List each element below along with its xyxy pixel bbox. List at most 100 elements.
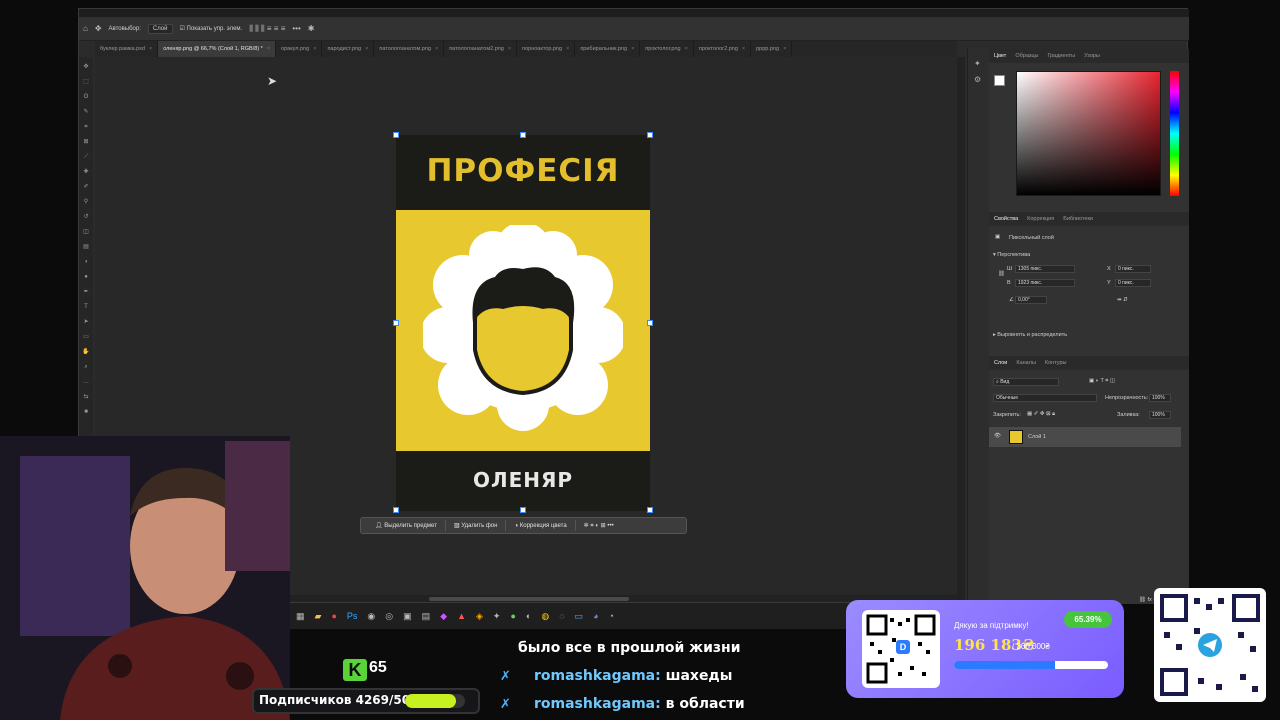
marquee-icon[interactable]: ⬚ — [83, 76, 89, 88]
tab-patterns[interactable]: Узоры — [1084, 53, 1100, 59]
width-field[interactable]: 1305 пикс. — [1015, 265, 1075, 273]
app-icon[interactable]: ◈ — [476, 611, 483, 622]
layer-name[interactable]: Слой 1 — [1028, 434, 1046, 440]
transform-handle[interactable] — [393, 320, 399, 326]
document-tab[interactable]: оракул.png × — [276, 41, 323, 57]
document-tab[interactable]: патологоанатом2.png × — [444, 41, 518, 57]
hue-slider[interactable] — [1170, 71, 1179, 196]
opacity-field[interactable]: 100% — [1149, 394, 1171, 402]
folder-icon[interactable]: ▰ — [315, 611, 322, 622]
select-subject-button[interactable]: 👤︎ Выделить предмет — [375, 522, 437, 529]
layer-select-dropdown[interactable]: Слой — [147, 23, 173, 34]
path-select-icon[interactable]: ➤ — [83, 316, 88, 328]
color-correction-button[interactable]: ◑ Коррекция цвета — [514, 523, 566, 529]
tab-swatches[interactable]: Образцы — [1015, 53, 1038, 59]
app-icon[interactable]: ▲ — [457, 611, 466, 621]
x-field[interactable]: 0 пикс. — [1115, 265, 1151, 273]
move-tool-icon[interactable]: ✥ — [95, 24, 102, 33]
close-tab-icon[interactable]: × — [742, 46, 745, 52]
fill-field[interactable]: 100% — [1149, 411, 1171, 419]
document-tab[interactable]: патологоанатом.png × — [374, 41, 445, 57]
close-tab-icon[interactable]: × — [267, 46, 270, 52]
tab-layers[interactable]: Слои — [994, 360, 1007, 366]
blend-mode-dropdown[interactable]: Обычные — [993, 394, 1097, 402]
document-tab[interactable]: буклер рамка.psd × — [95, 41, 159, 57]
swap-colors-icon[interactable]: ⇆ — [83, 391, 88, 403]
settings-icon[interactable]: ✱ — [308, 24, 315, 33]
angle-field[interactable]: 0,00° — [1015, 296, 1047, 304]
horizontal-scroll-thumb[interactable] — [429, 597, 629, 601]
tab-color[interactable]: Цвет — [994, 53, 1006, 59]
layer-filter-dropdown[interactable]: ⌕ Вид — [993, 378, 1059, 386]
document-tab[interactable]: оленяр.png @ 66,7% (Слой 1, RGB/8) * × — [158, 41, 277, 57]
app-icon[interactable]: ◎ — [385, 611, 393, 622]
lasso-icon[interactable]: ʘ — [84, 91, 89, 103]
close-tab-icon[interactable]: × — [566, 46, 569, 52]
brush-icon[interactable]: ✐ — [83, 181, 88, 193]
show-transform-checkbox[interactable]: ☑ Показать упр. элем. — [180, 25, 243, 32]
document-tab[interactable]: пародист.png × — [322, 41, 375, 57]
tab-gradients[interactable]: Градиенты — [1047, 53, 1075, 59]
more-icon[interactable]: ••• — [292, 24, 300, 33]
eyedropper-icon[interactable]: ⟋ — [84, 151, 88, 163]
remove-background-button[interactable]: ▨ Удалить фон — [454, 522, 498, 529]
transform-handle[interactable] — [393, 507, 399, 513]
blur-icon[interactable]: ◖ — [84, 256, 88, 268]
more-tools-icon[interactable]: … — [83, 376, 89, 388]
close-tab-icon[interactable]: × — [365, 46, 368, 52]
document-tab[interactable]: проктолог.png × — [640, 41, 694, 57]
history-brush-icon[interactable]: ↺ — [83, 211, 88, 223]
color-picker-field[interactable] — [1016, 71, 1161, 196]
frame-icon[interactable]: ⊠ — [83, 136, 88, 148]
move-icon[interactable]: ✥ — [83, 61, 88, 73]
pen-icon[interactable]: ✒ — [83, 286, 88, 298]
close-tab-icon[interactable]: × — [783, 46, 786, 52]
flip-icons[interactable]: ⇹ ⇵ — [1117, 297, 1128, 303]
tab-adjustments[interactable]: Коррекция — [1027, 216, 1054, 222]
zoom-icon[interactable]: ⌕ — [84, 361, 87, 373]
close-tab-icon[interactable]: × — [313, 46, 316, 52]
document-tab[interactable]: прибиральник.png × — [575, 41, 641, 57]
tab-libraries[interactable]: Библиотеки — [1063, 216, 1093, 222]
dodge-icon[interactable]: ● — [84, 271, 88, 283]
filter-icons[interactable]: ▣ ◐ T ⌗ ◫ — [1089, 378, 1115, 385]
transform-handle[interactable] — [647, 507, 653, 513]
perspective-header[interactable]: ▾ Перспектива — [993, 252, 1030, 258]
tab-paths[interactable]: Контуры — [1045, 360, 1067, 366]
close-tab-icon[interactable]: × — [149, 46, 152, 52]
apps-icon[interactable]: ▦ — [296, 611, 305, 622]
shape-icon[interactable]: ▭ — [83, 331, 89, 343]
app-icon[interactable]: ▣ — [403, 611, 412, 622]
tab-properties[interactable]: Свойства — [994, 216, 1018, 222]
photoshop-icon[interactable]: Ps — [347, 611, 358, 621]
close-tab-icon[interactable]: × — [435, 46, 438, 52]
visibility-eye-icon[interactable]: 👁︎ — [994, 433, 1001, 439]
align-header[interactable]: ▸ Выровнять и распределить — [993, 332, 1067, 338]
context-icons[interactable]: ✲ ⌗ ◐ ⊞ ••• — [584, 522, 614, 530]
transform-handle[interactable] — [520, 507, 526, 513]
eraser-icon[interactable]: ◫ — [83, 226, 89, 238]
poster-image[interactable]: ПРОФЕСІЯ ОЛЕНЯР — [396, 135, 650, 511]
app-icon[interactable]: ◆ — [440, 611, 447, 622]
link-icon[interactable]: ⛓ — [998, 271, 1005, 277]
close-tab-icon[interactable]: × — [508, 46, 511, 52]
close-tab-icon[interactable]: × — [685, 46, 688, 52]
document-tab[interactable]: рррр.png × — [751, 41, 793, 57]
app-icon[interactable]: ▤ — [422, 611, 431, 622]
hand-icon[interactable]: ✋ — [82, 346, 89, 358]
y-field[interactable]: 0 пикс. — [1115, 279, 1151, 287]
color-swatches-icon[interactable]: ■ — [84, 406, 88, 418]
height-field[interactable]: 1923 пикс. — [1015, 279, 1075, 287]
align-icons[interactable]: ⫼ ⫼ ⫼ ≡ ≡ ≡ — [249, 24, 285, 34]
healing-icon[interactable]: ✚ — [83, 166, 88, 178]
transform-handle[interactable] — [393, 132, 399, 138]
stamp-icon[interactable]: ⚲ — [84, 196, 88, 208]
document-tab[interactable]: порноактор.png × — [517, 41, 576, 57]
document-tab[interactable]: проктолог2.png × — [694, 41, 752, 57]
adjust-icon[interactable]: ⚙ — [974, 75, 981, 84]
home-icon[interactable]: ⌂ — [83, 24, 88, 33]
close-tab-icon[interactable]: × — [631, 46, 634, 52]
gradient-icon[interactable]: ▤ — [83, 241, 89, 253]
learn-icon[interactable]: ✦ — [974, 59, 981, 68]
transform-handle[interactable] — [647, 320, 653, 326]
